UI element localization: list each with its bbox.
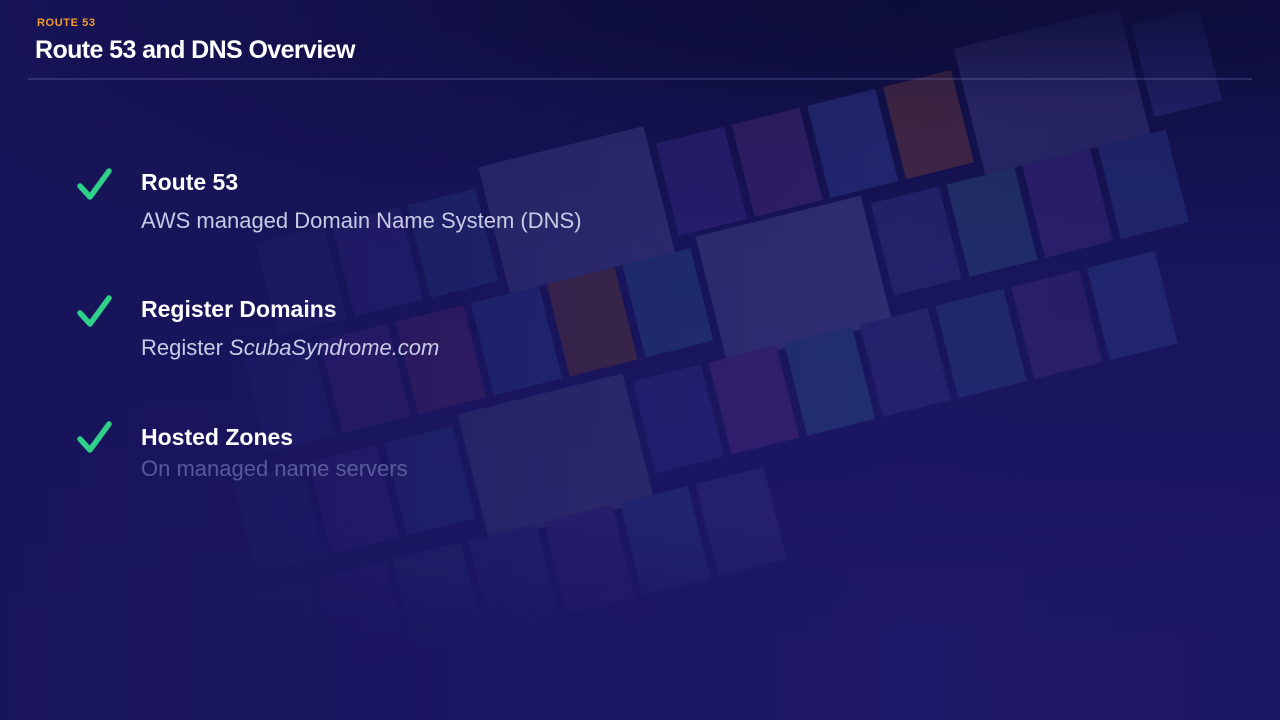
- item-subtitle: AWS managed Domain Name System (DNS): [141, 208, 582, 233]
- subtitle-prefix: Register: [141, 335, 230, 360]
- item-title: Register Domains: [141, 296, 337, 322]
- checklist: Route 53 AWS managed Domain Name System …: [0, 0, 1280, 720]
- check-icon: [77, 295, 112, 327]
- item-title: Hosted Zones: [141, 424, 294, 450]
- item-subtitle: On managed name servers: [141, 456, 408, 481]
- list-item-route-53: Route 53 AWS managed Domain Name System …: [0, 167, 900, 257]
- check-icon: [77, 421, 112, 453]
- check-icon: [77, 168, 112, 200]
- domain-name: ScubaSyndrome.com: [229, 335, 440, 360]
- list-item-register-domains: Register Domains Register ScubaSyndrome.…: [0, 294, 900, 384]
- list-item-hosted-zones: Hosted Zones On managed name servers: [0, 420, 900, 510]
- item-subtitle: Register ScubaSyndrome.com: [141, 335, 439, 361]
- item-title: Route 53: [141, 169, 239, 195]
